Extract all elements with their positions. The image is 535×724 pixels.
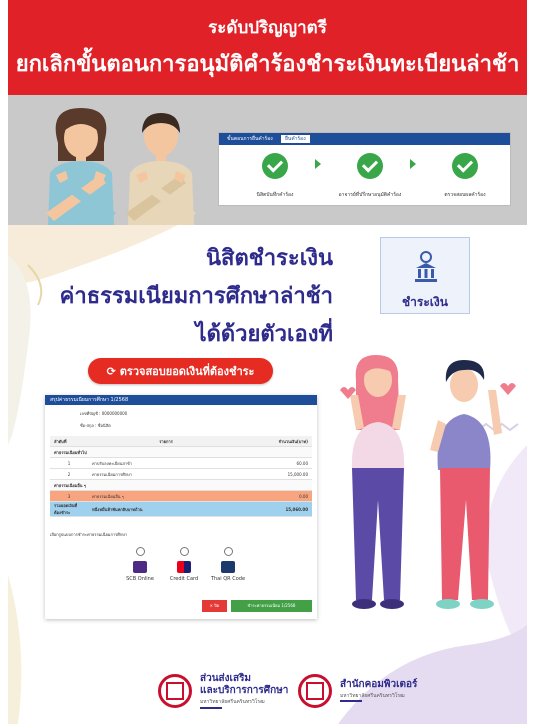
close-button[interactable]: ✕ ปิด	[202, 600, 227, 612]
invoice-name-row: ชื่อ-สกุล : ชื่อนิสิต	[80, 422, 111, 429]
org1-underline	[200, 707, 222, 709]
invoice-header: สรุปค่าธรรมเนียมการศึกษา 1/2568	[45, 395, 317, 405]
org1-line2: และบริการการศึกษา	[200, 685, 289, 696]
woman-crossed-arms-illustration	[46, 108, 116, 225]
table-row: 3 ค่าธรรมเนียมอื่น ๆ 0.00	[50, 490, 312, 502]
row-item: ค่าธรรมเนียมการศึกษา	[88, 468, 244, 480]
pay-fee-button[interactable]: ชำระค่าธรรมเนียม 1/2568	[231, 600, 312, 612]
thai-qr-logo-icon	[221, 561, 235, 573]
org1-line1: ส่วนส่งเสริม	[200, 673, 252, 684]
fee-table: ลำดับที่ รายการ จำนวนเงิน(บาท) ค่าธรรมเน…	[50, 436, 312, 517]
payment-method-card[interactable]: Credit Card	[159, 547, 209, 582]
arrow-right-icon	[315, 159, 321, 169]
section-row: ค่าธรรมเนียมอื่น ๆ	[50, 479, 312, 491]
total-row: รวมยอดเงินที่ต้องชำระ หนึ่งหมื่นห้าพันหก…	[50, 501, 312, 517]
man-crossed-arms-illustration	[126, 113, 196, 225]
row-no: 1	[50, 457, 88, 469]
pay-tile[interactable]: ชำระเงิน	[380, 237, 470, 314]
total-label: รวมยอดเงินที่ต้องชำระ	[50, 501, 88, 517]
happy-couple-illustration	[340, 355, 516, 609]
method-label: SCB Online	[126, 576, 154, 582]
payment-method-scb[interactable]: SCB Online	[115, 547, 165, 582]
header-title: ยกเลิกขั้นตอนการอนุมัติคำร้องชำระเงินทะเ…	[15, 52, 520, 77]
row-item: ค่าธรรมเนียมอื่น ๆ	[88, 490, 244, 502]
steps-band: ขั้นตอนการยื่นคำร้อง ยื่นคำร้อง นิสิตบัน…	[8, 95, 527, 225]
row-amount: 60.00	[244, 457, 312, 469]
payment-method-qr[interactable]: Thai QR Code	[203, 547, 253, 582]
row-amount: 15,000.00	[244, 468, 312, 480]
promo-line-1: นิสิตชำระเงิน	[206, 246, 333, 271]
poster: ระดับปริญญาตรี ยกเลิกขั้นตอนการอนุมัติคำ…	[8, 0, 527, 724]
steps-card-header: ขั้นตอนการยื่นคำร้อง ยื่นคำร้อง	[219, 133, 510, 145]
cc-logo-icon	[298, 674, 332, 708]
promo-line-2: ค่าธรรมเนียมการศึกษาล่าช้า	[59, 284, 333, 309]
check-balance-label: ตรวจสอบยอดเงินที่ต้องชำระ	[119, 365, 255, 378]
payment-method-note: เลือกรูปแบบการชำระค่าธรรมเนียมการศึกษา	[50, 532, 128, 537]
header-banner: ระดับปริญญาตรี ยกเลิกขั้นตอนการอนุมัติคำ…	[8, 0, 527, 95]
org2-underline	[340, 700, 362, 702]
pay-tile-label: ชำระเงิน	[402, 295, 448, 309]
col-no: ลำดับที่	[50, 436, 88, 447]
step-1-check-icon	[262, 153, 288, 179]
approval-steps-card: ขั้นตอนการยื่นคำร้อง ยื่นคำร้อง นิสิตบัน…	[218, 132, 511, 206]
section-title: ค่าธรรมเนียมอื่น ๆ	[50, 479, 312, 491]
step-2-check-icon	[357, 153, 383, 179]
invoice-account-row: เลขที่บัญชี : 0000000000	[80, 410, 127, 417]
section-title: ค่าธรรมเนียมทั่วไป	[50, 446, 312, 458]
step-3-label: ตรวจสอบผลคำร้อง	[444, 192, 486, 198]
check-balance-button[interactable]: ⟳ ตรวจสอบยอดเงินที่ต้องชำระ	[88, 358, 273, 384]
step-2-label: อาจารย์ที่ปรึกษาอนุมัติคำร้อง	[338, 192, 402, 198]
step-1-label: นิสิตบันทึกคำร้อง	[256, 192, 294, 198]
step-3-check-icon	[452, 153, 478, 179]
col-amount: จำนวนเงิน(บาท)	[244, 436, 312, 447]
name-label: ชื่อ-สกุล :	[80, 423, 97, 428]
arrow-right-icon	[410, 159, 416, 169]
section-row: ค่าธรรมเนียมทั่วไป	[50, 446, 312, 458]
sae-logo-icon	[158, 674, 192, 708]
radio-button[interactable]	[179, 547, 189, 556]
steps-card-header-label: ขั้นตอนการยื่นคำร้อง	[227, 136, 273, 142]
row-amount: 0.00	[244, 490, 312, 502]
credit-card-logo-icon	[177, 561, 191, 573]
table-row: 2 ค่าธรรมเนียมการศึกษา 15,000.00	[50, 468, 312, 480]
org1-sub: มหาวิทยาลัยศรีนครินทรวิโรฒ	[200, 699, 265, 705]
method-label: Thai QR Code	[210, 576, 246, 582]
header-subtitle: ระดับปริญญาตรี	[208, 18, 327, 38]
fee-table-header: ลำดับที่ รายการ จำนวนเงิน(บาท)	[50, 436, 312, 447]
col-item: รายการ	[88, 436, 244, 447]
row-item: ค่าปรับลงทะเบียนล่าช้า	[88, 457, 244, 469]
promo-line-3: ได้ด้วยตัวเองที่	[195, 322, 334, 347]
method-label: Credit Card	[169, 576, 199, 582]
bank-bitcoin-icon	[415, 251, 437, 282]
name-value: ชื่อนิสิต	[97, 423, 111, 428]
tab-submit-request[interactable]: ยื่นคำร้อง	[281, 135, 310, 143]
radio-button[interactable]	[223, 547, 233, 556]
account-label: เลขที่บัญชี :	[80, 411, 101, 416]
scb-logo-icon	[133, 561, 147, 573]
radio-button[interactable]	[135, 547, 145, 556]
row-no: 3	[50, 490, 88, 502]
table-row: 1 ค่าปรับลงทะเบียนล่าช้า 60.00	[50, 457, 312, 469]
refresh-icon: ⟳	[106, 364, 116, 378]
org2-line1: สำนักคอมพิวเตอร์	[340, 679, 418, 690]
total-amount: 15,060.00	[244, 501, 312, 517]
total-text: หนึ่งหมื่นห้าพันหกสิบบาทถ้วน	[88, 501, 244, 517]
invoice-card: สรุปค่าธรรมเนียมการศึกษา 1/2568 เลขที่บั…	[45, 395, 317, 619]
row-no: 2	[50, 468, 88, 480]
account-value: 0000000000	[101, 411, 128, 416]
org2-sub: มหาวิทยาลัยศรีนครินทรวิโรฒ	[340, 693, 405, 699]
